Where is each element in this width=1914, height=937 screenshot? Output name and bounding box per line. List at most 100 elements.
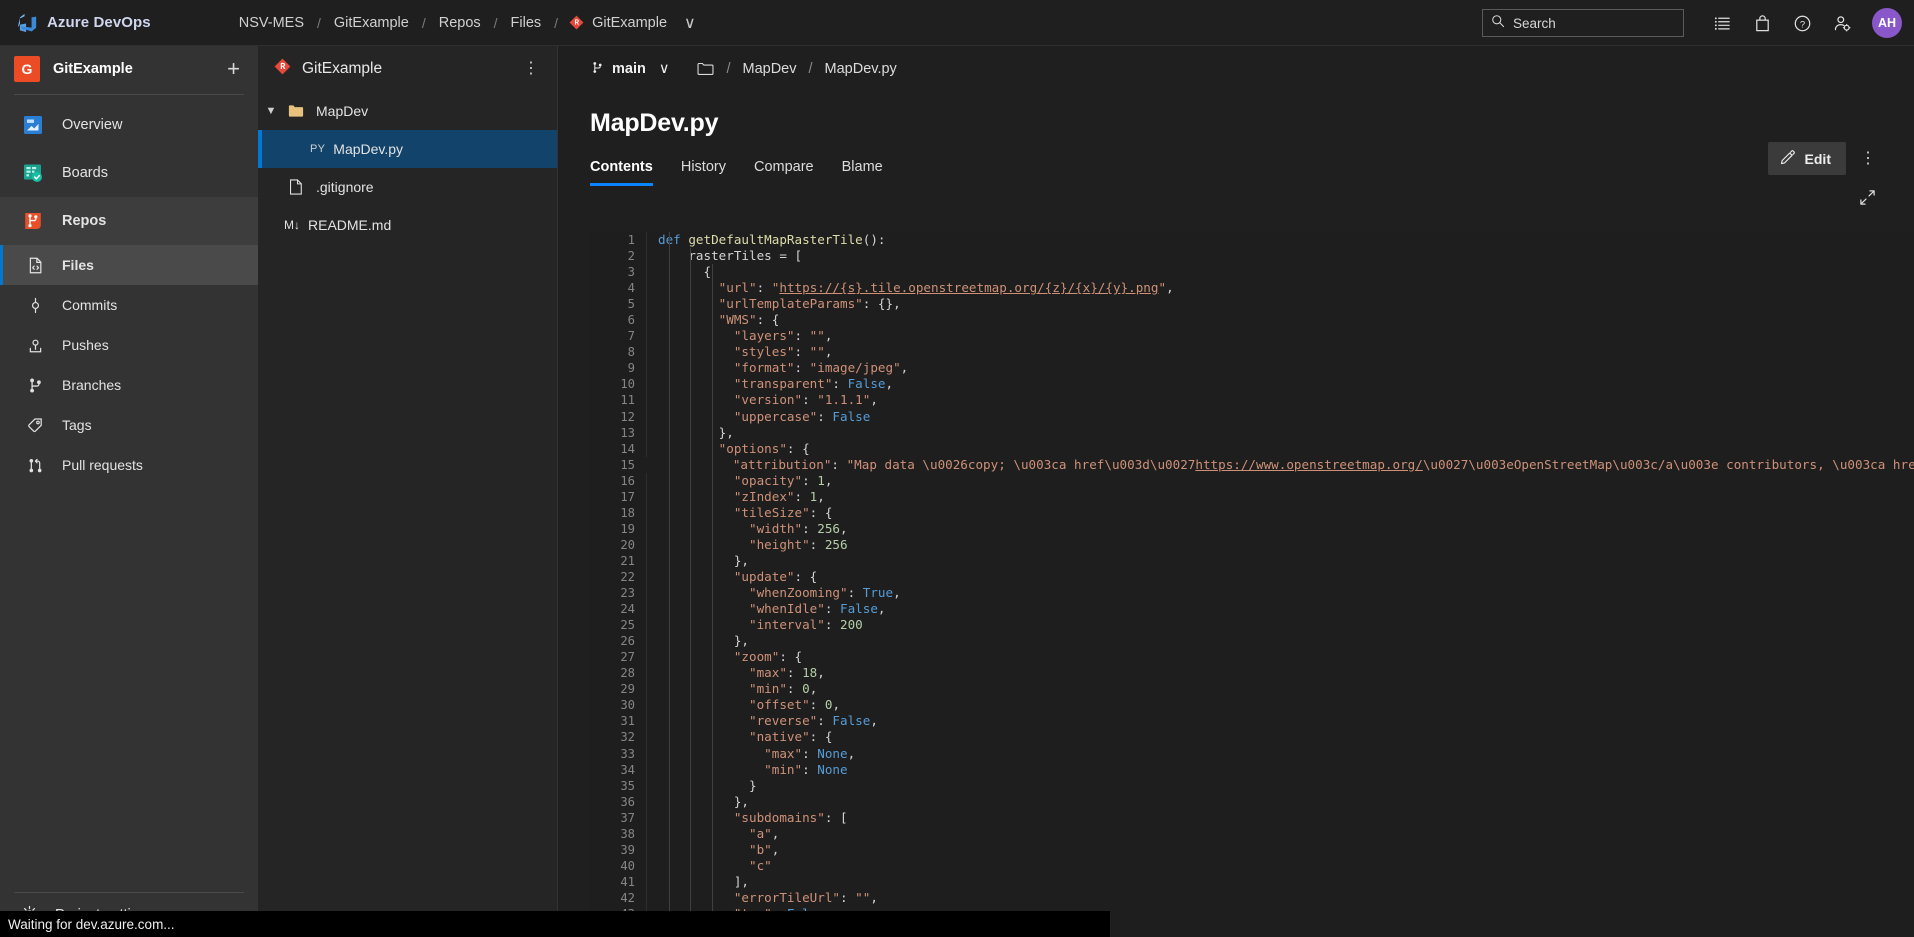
sidebar-item-label: Boards: [62, 165, 108, 181]
page-title: MapDev.py: [590, 109, 718, 138]
folder-icon[interactable]: [697, 62, 714, 76]
edit-button-label: Edit: [1805, 151, 1831, 167]
line-number: 10: [590, 376, 646, 392]
sidebar-item-files[interactable]: Files: [0, 245, 258, 285]
code-text: "min": None: [647, 762, 848, 778]
status-text: Waiting for dev.azure.com...: [8, 917, 175, 932]
breadcrumb-item-files[interactable]: Files: [509, 12, 544, 34]
path-segment-folder[interactable]: MapDev: [743, 61, 797, 77]
azure-devops-home-link[interactable]: Azure DevOps: [16, 12, 151, 34]
kebab-menu-icon[interactable]: ⋮: [517, 61, 545, 77]
sidebar-item-repos[interactable]: Repos: [0, 197, 258, 245]
code-text: "WMS": {: [647, 312, 779, 328]
tab-history[interactable]: History: [667, 159, 740, 186]
path-segment-file[interactable]: MapDev.py: [825, 61, 897, 77]
sidebar-item-branches[interactable]: Branches: [0, 365, 258, 405]
expand-arrows-icon[interactable]: [1859, 189, 1876, 211]
breadcrumb-item-repos[interactable]: Repos: [437, 12, 483, 34]
list-item[interactable]: ▼ MapDev: [258, 92, 557, 130]
sidebar-item-pull-requests[interactable]: Pull requests: [0, 445, 258, 485]
code-text: "subdomains": [: [647, 810, 848, 826]
azure-devops-app: Azure DevOps NSV-MES / GitExample / Repo…: [0, 0, 1914, 937]
code-text: "min": 0,: [647, 681, 817, 697]
sidebar-item-commits[interactable]: Commits: [0, 285, 258, 325]
code-line: 39 "b",: [590, 842, 1914, 858]
branch-selector[interactable]: main ∨: [590, 60, 669, 79]
chevron-down-icon[interactable]: ▼: [258, 105, 284, 117]
code-line: 37 "subdomains": [: [590, 810, 1914, 826]
code-text: "version": "1.1.1",: [647, 392, 878, 408]
code-text: "c": [647, 858, 772, 874]
code-line: 42 "errorTileUrl": "",: [590, 890, 1914, 906]
code-text: def getDefaultMapRasterTile():: [647, 232, 885, 248]
code-text: "max": None,: [647, 746, 855, 762]
line-number: 36: [590, 794, 646, 810]
line-number: 19: [590, 521, 646, 537]
search-input[interactable]: [1513, 16, 1663, 31]
code-text: "offset": 0,: [647, 697, 840, 713]
list-item[interactable]: .gitignore: [258, 168, 557, 206]
breadcrumb-repo-label[interactable]: GitExample: [590, 12, 669, 34]
breadcrumb: NSV-MES / GitExample / Repos / Files / G…: [237, 12, 696, 34]
code-line: 20 "height": 256: [590, 537, 1914, 553]
add-new-button[interactable]: +: [223, 56, 244, 82]
sidebar-item-label: Pushes: [62, 337, 109, 353]
tab-contents[interactable]: Contents: [590, 159, 667, 186]
code-line: 5 "urlTemplateParams": {},: [590, 296, 1914, 312]
code-text: ],: [647, 874, 749, 890]
indent-guide: [712, 264, 713, 937]
tags-icon: [22, 416, 48, 435]
line-number: 28: [590, 665, 646, 681]
generic-file-icon: [284, 179, 308, 195]
line-number: 27: [590, 649, 646, 665]
breadcrumb-separator: /: [494, 15, 498, 31]
tree-item-label: README.md: [308, 217, 391, 233]
search-box[interactable]: [1482, 9, 1684, 37]
chevron-down-icon[interactable]: ∨: [659, 61, 670, 77]
line-number: 33: [590, 746, 646, 762]
edit-button[interactable]: Edit: [1768, 142, 1846, 175]
breadcrumb-separator: /: [317, 15, 321, 31]
user-settings-icon[interactable]: [1824, 5, 1860, 41]
line-number: 22: [590, 569, 646, 585]
tab-compare[interactable]: Compare: [740, 159, 828, 186]
breadcrumb-item-repository-picker[interactable]: GitExample ∨: [569, 12, 696, 34]
line-number: 23: [590, 585, 646, 601]
avatar[interactable]: AH: [1872, 8, 1902, 38]
backlog-icon[interactable]: [1704, 5, 1740, 41]
sidebar-item-overview[interactable]: Overview: [0, 101, 258, 149]
code-line: 10 "transparent": False,: [590, 376, 1914, 392]
branch-name: main: [612, 61, 646, 77]
code-viewer[interactable]: 1def getDefaultMapRasterTile():2 rasterT…: [590, 232, 1914, 937]
project-name[interactable]: GitExample: [53, 61, 223, 77]
help-icon[interactable]: ?: [1784, 5, 1820, 41]
code-line: 16 "opacity": 1,: [590, 473, 1914, 489]
code-text: "errorTileUrl": "",: [647, 890, 878, 906]
pull-requests-icon: [22, 456, 48, 475]
line-number: 32: [590, 729, 646, 745]
breadcrumb-item-organization[interactable]: NSV-MES: [237, 12, 306, 34]
code-line: 19 "width": 256,: [590, 521, 1914, 537]
line-number: 4: [590, 280, 646, 296]
list-item[interactable]: M↓ README.md: [258, 206, 557, 244]
code-line: 32 "native": {: [590, 729, 1914, 745]
list-item[interactable]: PY MapDev.py: [258, 130, 557, 168]
sidebar-item-pushes[interactable]: Pushes: [0, 325, 258, 365]
sidebar-item-boards[interactable]: Boards: [0, 149, 258, 197]
file-tree-header: GitExample ⋮: [258, 46, 557, 92]
file-tree-repo-name[interactable]: GitExample: [302, 60, 517, 78]
browser-status-bar: Waiting for dev.azure.com...: [0, 911, 1110, 937]
breadcrumb-item-project[interactable]: GitExample: [332, 12, 411, 34]
pencil-icon: [1780, 149, 1796, 168]
chevron-down-icon[interactable]: ∨: [684, 13, 696, 33]
code-line: 36 },: [590, 794, 1914, 810]
pushes-icon: [22, 336, 48, 355]
line-number: 2: [590, 248, 646, 264]
code-text: },: [647, 794, 749, 810]
repo-icon: [569, 15, 584, 30]
marketplace-icon[interactable]: [1744, 5, 1780, 41]
code-text: {: [647, 264, 711, 280]
sidebar-item-tags[interactable]: Tags: [0, 405, 258, 445]
more-actions-menu[interactable]: ⋮: [1852, 145, 1884, 173]
tab-blame[interactable]: Blame: [828, 159, 897, 186]
